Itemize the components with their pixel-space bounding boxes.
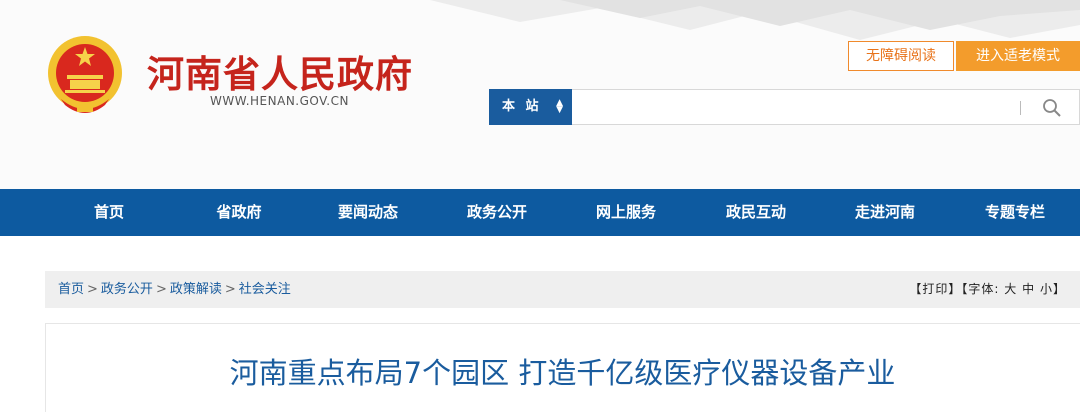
- search-scope-select[interactable]: 本 站 ▲ ▼: [489, 89, 572, 125]
- nav-item-online-services[interactable]: 网上服务: [566, 189, 686, 236]
- search-divider: [1020, 101, 1021, 115]
- accessibility-reading-button[interactable]: 无障碍阅读: [848, 41, 954, 71]
- nav-item-about-henan[interactable]: 走进河南: [825, 189, 945, 236]
- nav-item-news[interactable]: 要闻动态: [308, 189, 428, 236]
- breadcrumb-item-policy-interpretation[interactable]: 政策解读: [170, 282, 222, 297]
- font-size-small-button[interactable]: 小: [1040, 282, 1053, 296]
- site-header: 河南省人民政府 WWW.HENAN.GOV.CN 无障碍阅读 进入适老模式 本 …: [0, 0, 1080, 190]
- search-input[interactable]: [572, 89, 1080, 125]
- breadcrumb-item-government-affairs[interactable]: 政务公开: [101, 282, 153, 297]
- article-title: 河南重点布局7个园区 打造千亿级医疗仪器设备产业: [229, 356, 896, 390]
- article-tools: 【打印】【字体: 大 中 小】: [909, 271, 1066, 308]
- sort-arrows-icon: ▲ ▼: [556, 98, 563, 115]
- national-emblem-icon: [48, 36, 122, 113]
- nav-item-government-affairs[interactable]: 政务公开: [437, 189, 557, 236]
- search-scope-label: 本 站: [502, 99, 542, 114]
- nav-item-interaction[interactable]: 政民互动: [696, 189, 816, 236]
- font-size-large-button[interactable]: 大: [1004, 282, 1017, 296]
- print-button[interactable]: 【打印】: [909, 282, 961, 296]
- main-nav: 首页 省政府 要闻动态 政务公开 网上服务 政民互动 走进河南 专题专栏: [0, 189, 1080, 236]
- breadcrumb-item-home[interactable]: 首页: [58, 282, 84, 297]
- font-size-label: 【字体:: [961, 282, 1000, 296]
- search-icon[interactable]: [1042, 98, 1062, 118]
- nav-item-provincial-government[interactable]: 省政府: [179, 189, 299, 236]
- site-url: WWW.HENAN.GOV.CN: [210, 94, 349, 108]
- nav-item-special-topics[interactable]: 专题专栏: [955, 189, 1075, 236]
- breadcrumb-separator: >: [224, 282, 236, 297]
- elder-mode-button[interactable]: 进入适老模式: [956, 41, 1080, 71]
- breadcrumb-separator: >: [155, 282, 167, 297]
- site-title: 河南省人民政府: [147, 53, 413, 96]
- breadcrumb-item-social-focus[interactable]: 社会关注: [239, 282, 291, 297]
- font-size-medium-button[interactable]: 中: [1022, 282, 1035, 296]
- nav-item-home[interactable]: 首页: [49, 189, 169, 236]
- breadcrumb: 首页 > 政务公开 > 政策解读 > 社会关注: [58, 271, 291, 308]
- font-size-close: 】: [1052, 282, 1066, 296]
- breadcrumb-bar: 首页 > 政务公开 > 政策解读 > 社会关注 【打印】【字体: 大 中 小】: [45, 271, 1080, 308]
- breadcrumb-separator: >: [87, 282, 98, 297]
